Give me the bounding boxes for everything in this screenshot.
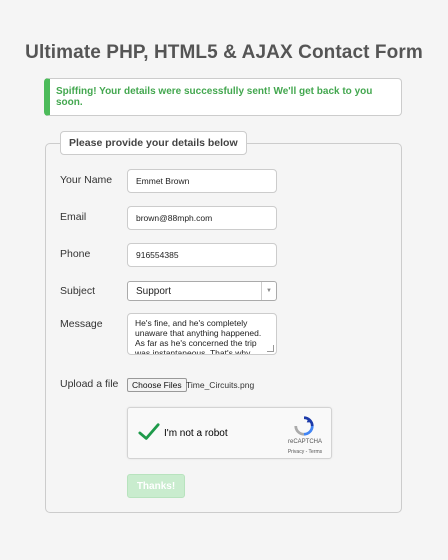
selected-file-name: Time_Circuits.png	[186, 380, 255, 390]
form-legend: Please provide your details below	[60, 131, 247, 155]
recaptcha-label: I'm not a robot	[164, 428, 228, 439]
recaptcha-logo-icon	[294, 416, 314, 436]
recaptcha-widget[interactable]: I'm not a robot reCAPTCHA Privacy - Term…	[127, 407, 332, 459]
name-input-value: Emmet Brown	[136, 176, 190, 186]
subject-label: Subject	[60, 285, 96, 297]
choose-files-button[interactable]: Choose Files	[127, 378, 187, 392]
choose-files-label: Choose Files	[132, 380, 182, 390]
upload-label: Upload a file	[60, 378, 119, 390]
phone-label: Phone	[60, 248, 91, 260]
subject-selected-value: Support	[136, 285, 172, 297]
recaptcha-links[interactable]: Privacy - Terms	[278, 449, 332, 455]
email-label: Email	[60, 211, 87, 223]
email-input-value: brown@88mph.com	[136, 213, 213, 223]
recaptcha-brand: reCAPTCHA	[287, 439, 322, 445]
success-message: Spiffing! Your details were successfully…	[56, 86, 373, 108]
subject-select[interactable]: Support ▼	[127, 281, 277, 301]
name-label: Your Name	[60, 174, 113, 186]
message-textarea[interactable]: He's fine, and he's completely unaware t…	[127, 313, 277, 355]
message-label: Message	[60, 318, 103, 330]
page-title: Ultimate PHP, HTML5 & AJAX Contact Form	[25, 42, 423, 63]
form-legend-text: Please provide your details below	[69, 137, 238, 149]
resize-handle[interactable]	[267, 345, 274, 352]
email-input[interactable]: brown@88mph.com	[127, 206, 277, 230]
submit-button[interactable]: Thanks!	[127, 474, 185, 498]
phone-input[interactable]: 916554385	[127, 243, 277, 267]
name-input[interactable]: Emmet Brown	[127, 169, 277, 193]
phone-input-value: 916554385	[136, 250, 179, 260]
message-text: He's fine, and he's completely unaware t…	[135, 318, 262, 355]
submit-label: Thanks!	[136, 480, 176, 492]
success-alert: Spiffing! Your details were successfully…	[44, 78, 402, 116]
checkmark-icon[interactable]	[138, 421, 160, 443]
chevron-down-icon: ▼	[261, 282, 276, 300]
